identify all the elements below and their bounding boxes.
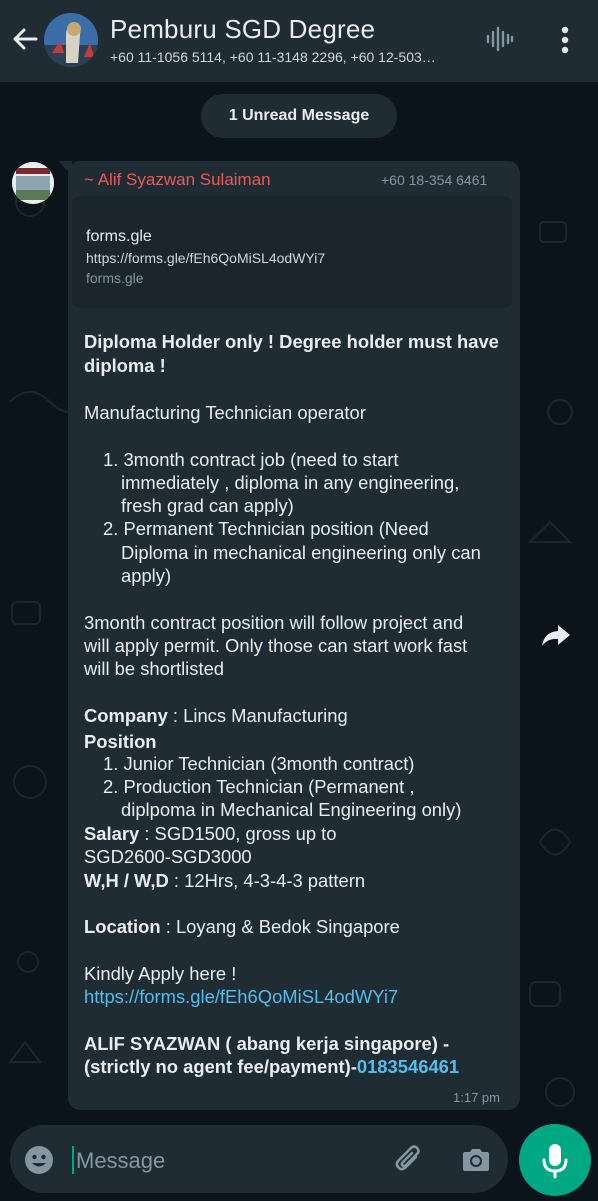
location-line: Location : Loyang & Bedok Singapore <box>84 915 400 938</box>
message-input[interactable] <box>74 1143 378 1179</box>
signature-text: (strictly no agent fee/payment)- <box>84 1056 357 1077</box>
arrow-left-icon[interactable] <box>10 24 40 54</box>
sender-avatar[interactable] <box>12 162 54 204</box>
list-item-text: 1. 3month contract job (need to start <box>103 449 399 470</box>
paragraph-text: will apply permit. Only those can start … <box>84 635 468 656</box>
voice-call-wave-icon[interactable] <box>484 24 514 54</box>
unread-messages-banner: 1 Unread Message <box>201 94 397 138</box>
group-avatar[interactable] <box>44 13 98 67</box>
link-preview-url: https://forms.gle/fEh6QoMiSL4odWYi7 <box>86 250 326 266</box>
position-item: diplpoma in Mechanical Engineering only) <box>121 799 462 820</box>
phone-link[interactable]: 0183546461 <box>357 1056 459 1077</box>
signature-line: (strictly no agent fee/payment)-01835464… <box>84 1055 459 1078</box>
more-vert-icon[interactable] <box>555 24 575 56</box>
sender-name[interactable]: ~ Alif Syazwan Sulaiman <box>84 170 271 190</box>
work-hours-label: W,H / W,D <box>84 870 169 891</box>
list-item-text: 2. Permanent Technician position (Need <box>103 518 429 539</box>
list-item-text: apply) <box>121 565 172 586</box>
forward-button[interactable] <box>536 615 576 655</box>
message-heading-line: Diploma Holder only ! Degree holder must… <box>84 331 499 352</box>
apply-link[interactable]: https://forms.gle/fEh6QoMiSL4odWYi7 <box>84 985 398 1008</box>
list-item-text: immediately , diploma in any engineering… <box>121 472 460 493</box>
position-item: 1. Junior Technician (3month contract) <box>103 753 415 774</box>
apply-text: Kindly Apply here ! <box>84 963 237 984</box>
voice-message-button[interactable] <box>519 1124 591 1196</box>
salary-line: Salary : SGD1500, gross up to <box>84 822 337 845</box>
salary-range: SGD2600-SGD3000 <box>84 846 252 867</box>
signature-line: ALIF SYAZWAN ( abang kerja singapore) - <box>84 1033 450 1054</box>
company-label: Company <box>84 705 168 726</box>
position-item: 2. Production Technician (Permanent , <box>103 776 415 797</box>
salary-value: : SGD1500, gross up to <box>139 823 337 844</box>
list-item-text: Diploma in mechanical engineering only c… <box>121 542 481 563</box>
paragraph-text: 3month contract position will follow pro… <box>84 612 464 633</box>
location-label: Location <box>84 916 161 937</box>
work-hours-line: W,H / W,D : 12Hrs, 4-3-4-3 pattern <box>84 869 365 892</box>
sender-phone: +60 18-354 6461 <box>381 172 488 188</box>
chat-title[interactable]: Pemburu SGD Degree <box>110 14 375 45</box>
link-preview-title: forms.gle <box>86 228 152 245</box>
participants-list[interactable]: +60 11-1056 5114, +60 11-3148 2296, +60 … <box>110 49 465 65</box>
company-line: Company : Lincs Manufacturing <box>84 704 348 727</box>
forward-share-icon <box>542 625 570 646</box>
location-value: : Loyang & Bedok Singapore <box>160 916 400 937</box>
job-title-text: Manufacturing Technician operator <box>84 402 366 423</box>
message-heading-line: diploma ! <box>84 355 166 376</box>
position-label: Position <box>84 731 157 752</box>
paperclip-icon[interactable] <box>392 1142 426 1176</box>
message-timestamp: 1:17 pm <box>453 1090 500 1105</box>
chat-header: Pemburu SGD Degree +60 11-1056 5114, +60… <box>0 0 598 82</box>
work-hours-value: : 12Hrs, 4-3-4-3 pattern <box>168 870 366 891</box>
list-item-text: fresh grad can apply) <box>121 495 294 516</box>
company-value: : Lincs Manufacturing <box>167 705 348 726</box>
emoji-smiley-icon[interactable] <box>24 1145 54 1175</box>
camera-icon[interactable] <box>459 1143 493 1177</box>
salary-label: Salary <box>84 823 140 844</box>
microphone-icon <box>542 1144 568 1179</box>
paragraph-text: will be shortlisted <box>84 658 225 679</box>
link-preview-domain: forms.gle <box>86 270 144 286</box>
